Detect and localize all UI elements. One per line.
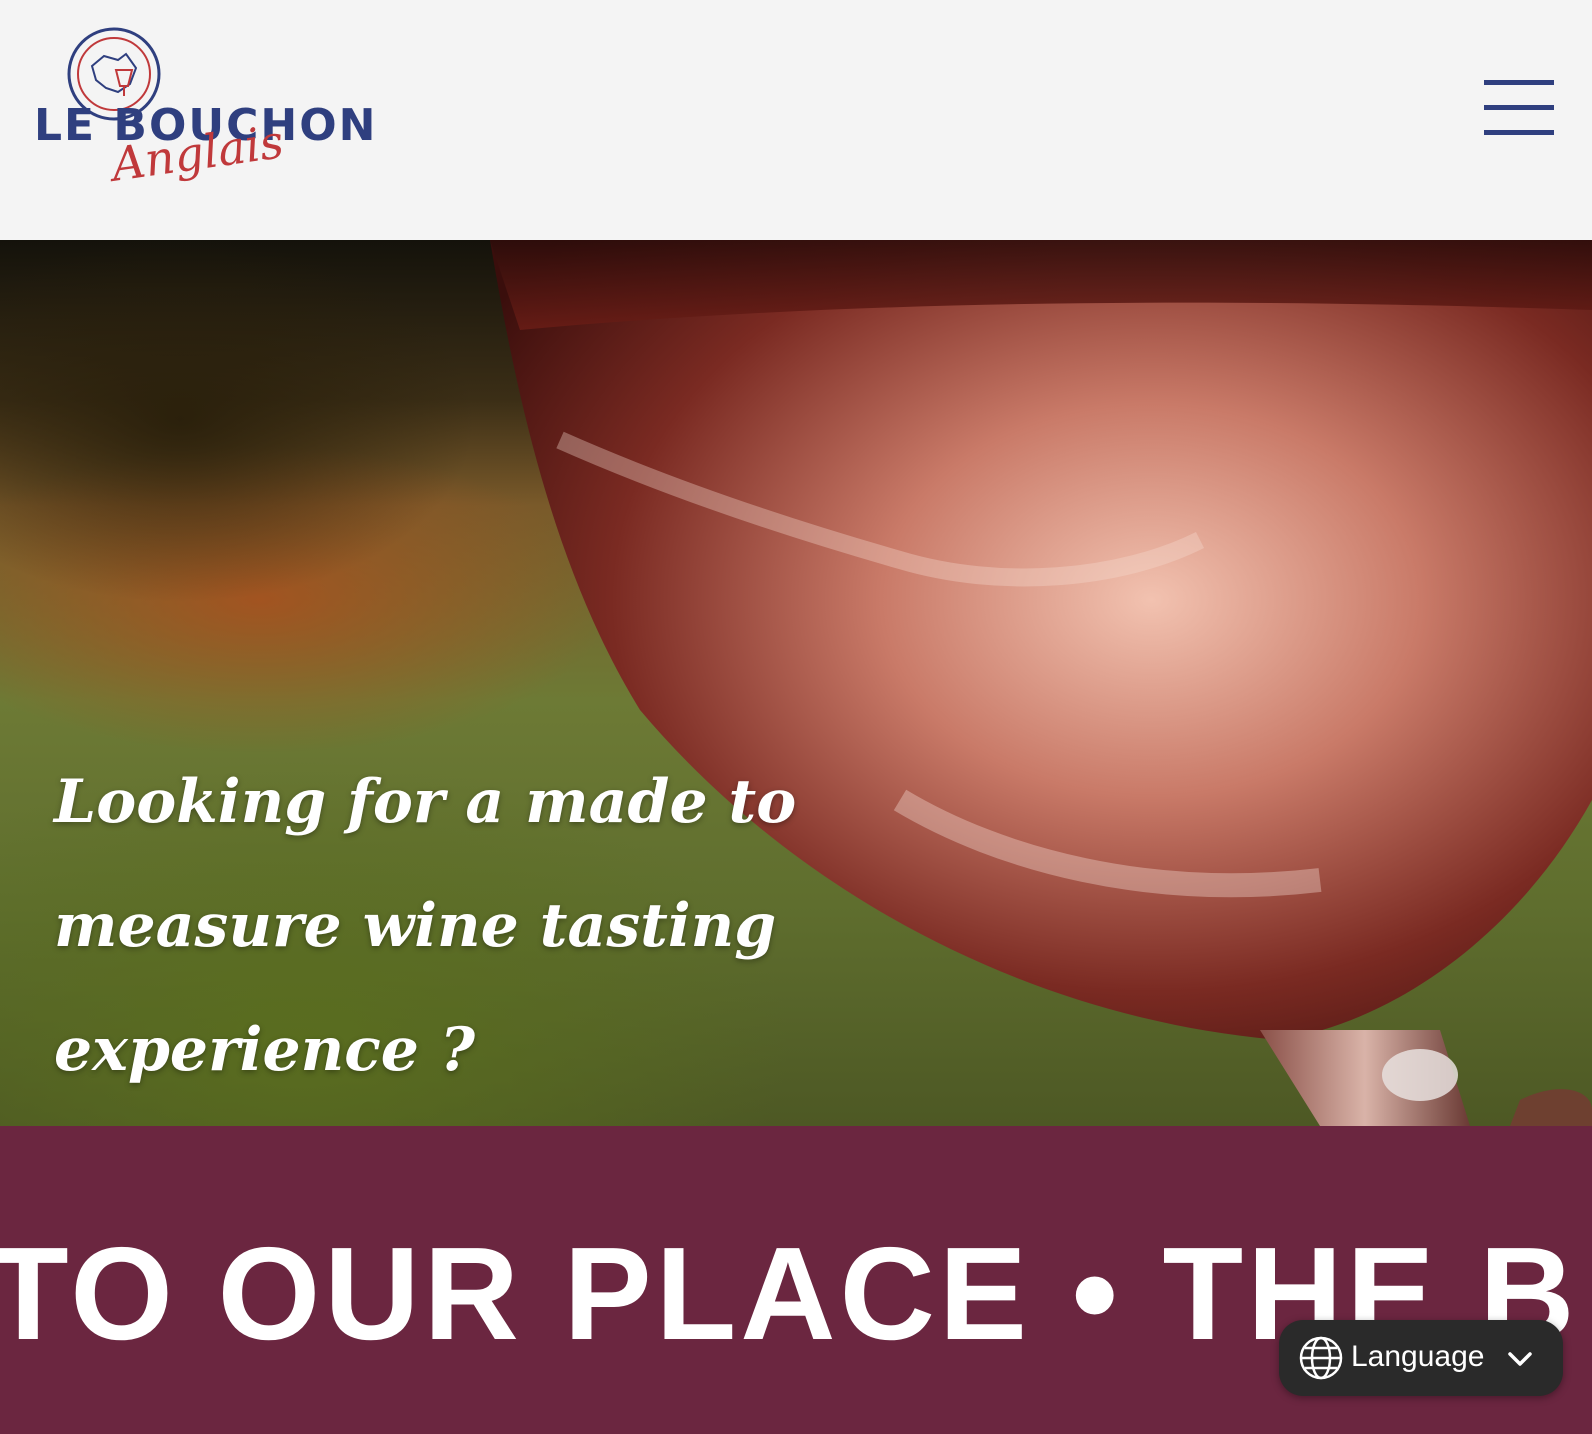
language-label: Language <box>1351 1340 1485 1373</box>
globe-icon <box>1299 1336 1343 1380</box>
hero-heading: Looking for a made to measure wine tasti… <box>54 767 797 1085</box>
hamburger-menu-icon[interactable] <box>1478 72 1554 142</box>
hero-section: Looking for a made to measure wine tasti… <box>0 240 1592 1126</box>
menu-bar-bottom <box>1484 130 1554 135</box>
menu-bar-top <box>1484 80 1554 85</box>
chevron-down-icon <box>1508 1352 1532 1366</box>
site-logo[interactable]: LE BOUCHON Anglais <box>34 26 375 196</box>
site-header: LE BOUCHON Anglais <box>0 0 1592 240</box>
language-switcher-button[interactable]: Language <box>1279 1320 1563 1396</box>
menu-bar-middle <box>1484 105 1554 110</box>
